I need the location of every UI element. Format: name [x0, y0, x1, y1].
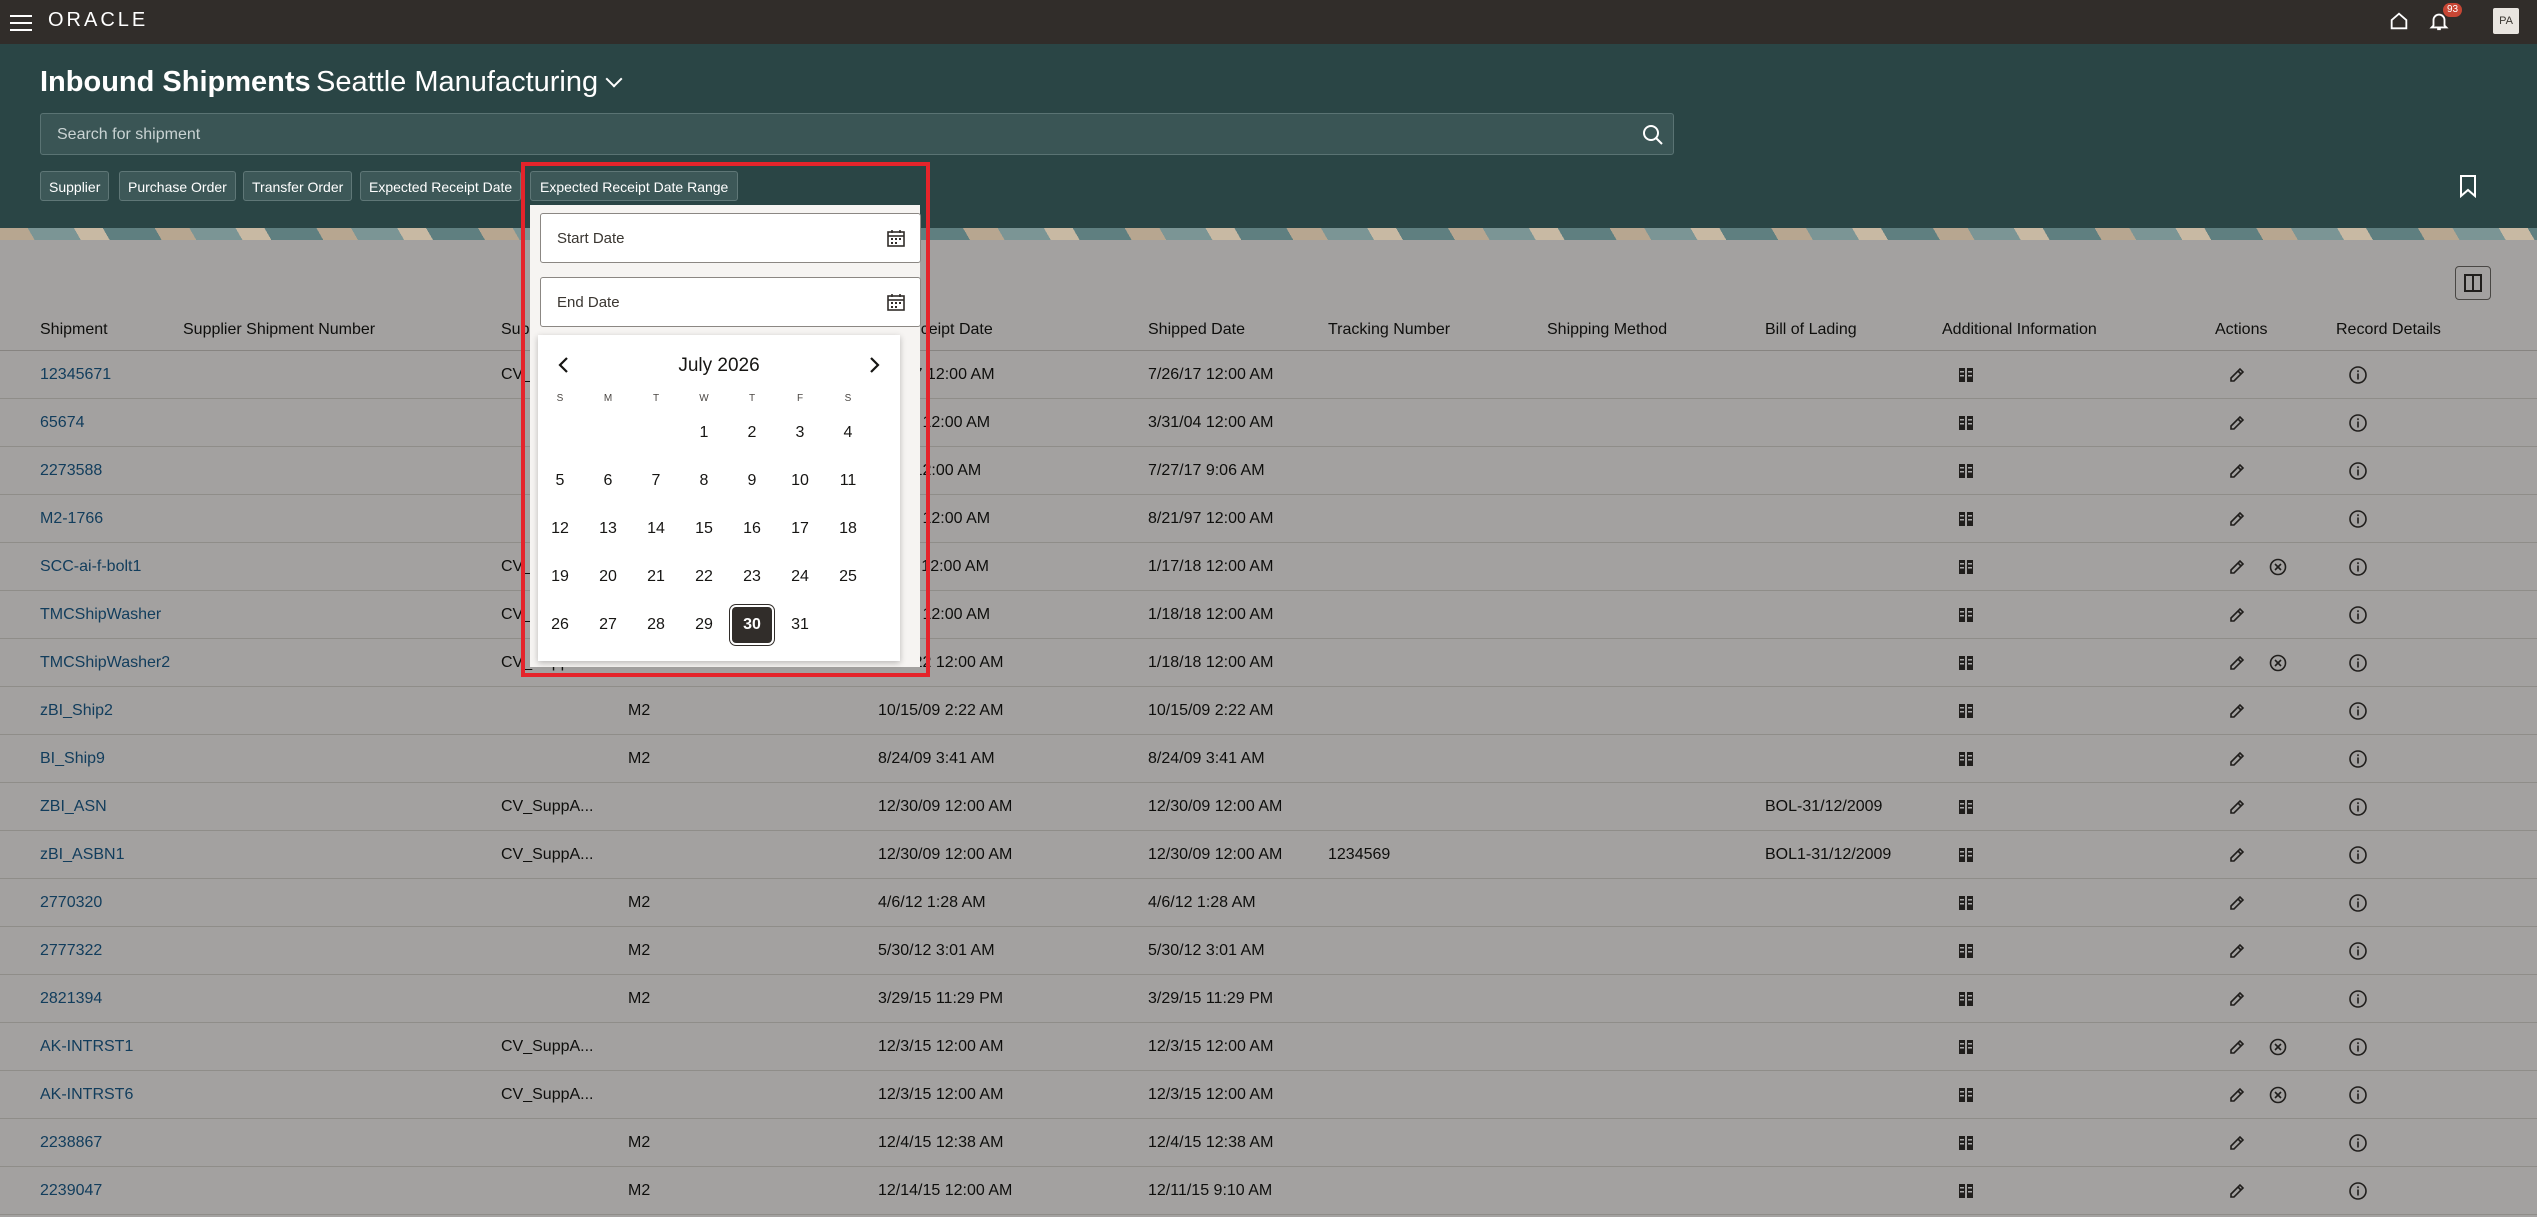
- date-range-popup: Expected Receipt Date Range Start Date E…: [528, 163, 928, 673]
- weekday-label: S: [556, 393, 564, 404]
- calendar-day[interactable]: 11: [828, 463, 868, 499]
- filter-chip-expected-receipt-date-range[interactable]: Expected Receipt Date Range: [530, 171, 739, 201]
- search-input[interactable]: [55, 114, 1619, 156]
- calendar-day[interactable]: 20: [588, 559, 628, 595]
- bookmark-icon[interactable]: [2458, 174, 2478, 198]
- calendar-day[interactable]: 27: [588, 607, 628, 643]
- page-title: Inbound Shipments: [40, 66, 311, 98]
- calendar-day[interactable]: 28: [636, 607, 676, 643]
- filter-chip-expected-receipt-date[interactable]: Expected Receipt Date: [360, 171, 522, 201]
- calendar-day[interactable]: 25: [828, 559, 868, 595]
- weekday-label: S: [844, 393, 852, 404]
- global-header: ORACLE 93 PA: [0, 0, 2537, 44]
- filter-chip-supplier[interactable]: Supplier: [40, 171, 110, 201]
- date-range-panel: Start Date End Date July 2026 SMTWTFS123…: [530, 205, 921, 667]
- calendar-day[interactable]: 31: [780, 607, 820, 643]
- user-avatar[interactable]: PA: [2493, 8, 2519, 34]
- calendar-day[interactable]: 18: [828, 511, 868, 547]
- decorative-pattern: [0, 228, 2537, 240]
- calendar-day[interactable]: 22: [684, 559, 724, 595]
- calendar-day[interactable]: 9: [732, 463, 772, 499]
- weekday-label: M: [603, 393, 613, 404]
- calendar-day[interactable]: 10: [780, 463, 820, 499]
- filter-chip-purchase-order[interactable]: Purchase Order: [119, 171, 236, 201]
- end-date-field[interactable]: End Date: [540, 277, 921, 327]
- weekday-label: W: [699, 393, 709, 404]
- calendar-day-selected[interactable]: 30: [732, 607, 772, 643]
- calendar-icon[interactable]: [886, 292, 906, 312]
- calendar-day[interactable]: 26: [540, 607, 580, 643]
- calendar-day[interactable]: 3: [780, 415, 820, 451]
- home-icon[interactable]: [2388, 10, 2410, 32]
- calendar-day[interactable]: 12: [540, 511, 580, 547]
- start-date-field[interactable]: Start Date: [540, 213, 921, 263]
- calendar-day[interactable]: 8: [684, 463, 724, 499]
- calendar-day[interactable]: 13: [588, 511, 628, 547]
- calendar-day[interactable]: 24: [780, 559, 820, 595]
- organization-selector[interactable]: Seattle Manufacturing: [316, 66, 623, 99]
- chevron-down-icon: [605, 70, 623, 88]
- calendar-icon[interactable]: [886, 228, 906, 248]
- calendar-day[interactable]: 4: [828, 415, 868, 451]
- calendar-day[interactable]: 16: [732, 511, 772, 547]
- calendar-day[interactable]: 5: [540, 463, 580, 499]
- start-date-label: Start Date: [557, 230, 625, 247]
- search-icon[interactable]: [1641, 123, 1665, 147]
- weekday-label: F: [796, 393, 804, 404]
- weekday-label: T: [748, 393, 756, 404]
- filter-chip-transfer-order[interactable]: Transfer Order: [243, 171, 353, 201]
- modal-overlay[interactable]: [0, 240, 2537, 1217]
- end-date-label: End Date: [557, 294, 620, 311]
- calendar-day[interactable]: 23: [732, 559, 772, 595]
- calendar-day[interactable]: 19: [540, 559, 580, 595]
- organization-name: Seattle Manufacturing: [316, 66, 599, 98]
- oracle-logo: ORACLE: [48, 9, 149, 31]
- date-picker-calendar: July 2026 S M T W T F S 1 2 3 4 5 6 7 8 9 10 11 12 13 14 15 16…: [538, 335, 900, 661]
- calendar-day[interactable]: 6: [588, 463, 628, 499]
- menu-icon[interactable]: [10, 12, 32, 31]
- calendar-day[interactable]: 1: [684, 415, 724, 451]
- calendar-month-title: July 2026: [678, 355, 760, 376]
- calendar-day[interactable]: 17: [780, 511, 820, 547]
- search-bar: [40, 113, 1674, 156]
- calendar-day[interactable]: 29: [684, 607, 724, 643]
- weekday-label: T: [652, 393, 660, 404]
- calendar-day[interactable]: 21: [636, 559, 676, 595]
- notification-badge: 93: [2443, 3, 2463, 17]
- calendar-day[interactable]: 15: [684, 511, 724, 547]
- next-month-icon[interactable]: [860, 351, 888, 379]
- calendar-day[interactable]: 7: [636, 463, 676, 499]
- calendar-day[interactable]: 2: [732, 415, 772, 451]
- calendar-day[interactable]: 14: [636, 511, 676, 547]
